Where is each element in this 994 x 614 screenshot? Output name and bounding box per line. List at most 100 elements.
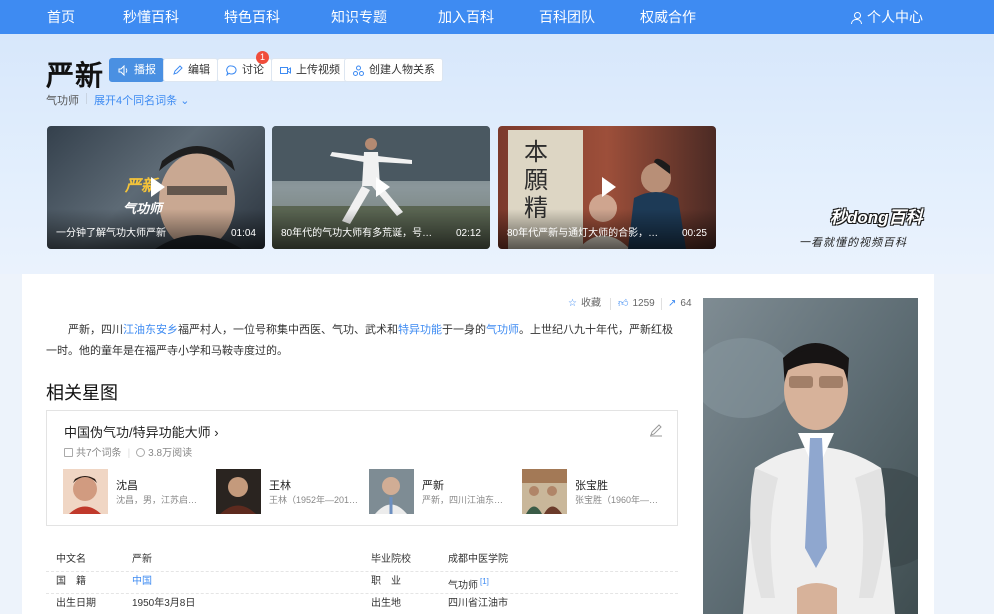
- summary-text: 福严村人，一位号称集中西医、气功、武术和: [178, 324, 398, 336]
- miaodong-slogan: 一看就懂的视频百科: [799, 237, 907, 249]
- user-center-label: 个人中心: [867, 9, 923, 25]
- user-icon: [851, 12, 862, 24]
- video-camera-icon: [280, 65, 291, 76]
- nav-join[interactable]: 加入百科: [438, 0, 494, 34]
- info-value: 气功师 [1]: [448, 571, 489, 593]
- create-relation-button[interactable]: 创建人物关系: [344, 58, 443, 82]
- discuss-label: 讨论: [242, 64, 264, 76]
- comment-icon: [226, 65, 237, 77]
- link-jiangyou[interactable]: 江油: [123, 324, 145, 336]
- video-title: 一分钟了解气功大师严新: [56, 228, 166, 239]
- person-card[interactable]: 王林 王林（1952年—2017年）……: [216, 469, 362, 515]
- video-title: 80年代严新与通灯大师的合影，当……: [507, 228, 667, 239]
- expand-label: 展开4个同名词条: [94, 95, 178, 107]
- link-special-ability[interactable]: 特异功能: [398, 324, 442, 336]
- starmap-reads: 3.8万阅读: [148, 448, 193, 459]
- starmap-heading: 相关星图: [46, 383, 118, 403]
- pencil-icon: [172, 65, 183, 76]
- read-aloud-button[interactable]: 播报: [109, 58, 164, 82]
- person-card[interactable]: 沈昌 沈昌，男，江苏启东人……: [63, 469, 209, 515]
- info-label: 国 籍: [56, 576, 86, 587]
- person-card[interactable]: 张宝胜 张宝胜（1960年—）……: [522, 469, 668, 515]
- svg-text:願: 願: [524, 166, 548, 194]
- starmap-title: 中国伪气功/特异功能大师: [64, 425, 211, 440]
- nav-featured[interactable]: 特色百科: [224, 0, 280, 34]
- video-duration: 00:25: [681, 228, 707, 239]
- person-desc: 王林（1952年—2017年）……: [269, 495, 359, 505]
- share-button[interactable]: ↗ 64: [668, 297, 692, 311]
- person-desc: 沈昌，男，江苏启东人……: [116, 495, 206, 505]
- expand-same-name-link[interactable]: 展开4个同名词条 ⌄: [94, 92, 189, 108]
- info-value-link[interactable]: 中国: [132, 571, 152, 593]
- pencil-icon[interactable]: [649, 423, 663, 437]
- nav-team[interactable]: 百科团队: [539, 0, 595, 34]
- miaodong-logo: 秒dong百科: [830, 208, 923, 227]
- info-label: 毕业院校: [371, 554, 411, 565]
- video-card[interactable]: 严新 气功师 一分钟了解气功大师严新 01:04: [47, 126, 265, 249]
- info-value: 成都中医学院: [448, 554, 508, 565]
- discuss-count-badge: 1: [256, 51, 269, 64]
- avatar: [63, 469, 108, 514]
- person-card[interactable]: 严新 严新，四川江油东安乡……: [369, 469, 515, 515]
- share-icon: ↗: [668, 298, 677, 309]
- play-icon: [145, 175, 169, 199]
- edit-label: 编辑: [188, 64, 210, 76]
- entry-summary: 严新，四川江油东安乡福严村人，一位号称集中西医、气功、武术和特异功能于一身的气功…: [46, 320, 678, 362]
- document-icon: [64, 448, 73, 457]
- edit-button[interactable]: 编辑: [163, 58, 218, 82]
- chevron-right-icon: ›: [214, 425, 219, 440]
- thumbs-up-icon: 👍︎: [618, 298, 629, 309]
- upload-video-button[interactable]: 上传视频: [271, 58, 348, 82]
- play-icon: [596, 175, 620, 199]
- video-duration: 01:04: [230, 228, 256, 239]
- nav-cooperation[interactable]: 权威合作: [640, 0, 696, 34]
- starmap-count: 共7个词条: [76, 448, 122, 459]
- person-desc: 严新，四川江油东安乡……: [422, 495, 512, 505]
- top-nav: 首页 秒懂百科 特色百科 知识专题 加入百科 百科团队 权威合作 个人中心: [0, 0, 994, 34]
- portrait-image[interactable]: [703, 298, 918, 614]
- subtitle-divider: [86, 93, 87, 104]
- link-qigong-master[interactable]: 气功师: [486, 324, 519, 336]
- page-title: 严新: [46, 59, 105, 92]
- favorite-button[interactable]: ☆ 收藏: [568, 297, 601, 311]
- video-card[interactable]: 80年代的气功大师有多荒诞，号称…… 02:12: [272, 126, 490, 249]
- favorite-label: 收藏: [580, 298, 601, 309]
- starmap-meta: 共7个词条 | 3.8万阅读: [64, 444, 192, 459]
- upload-video-label: 上传视频: [296, 64, 340, 76]
- link-dongan[interactable]: 东安乡: [145, 324, 178, 336]
- info-label: 出生日期: [56, 598, 96, 609]
- share-count: 64: [680, 298, 692, 309]
- star-icon: ☆: [568, 298, 577, 309]
- nav-miaodong[interactable]: 秒懂百科: [123, 0, 179, 34]
- person-name: 王林: [269, 480, 291, 492]
- eye-icon: [136, 448, 146, 457]
- info-value: 严新: [132, 554, 152, 565]
- info-label: 中文名: [56, 554, 86, 565]
- starmap-card: 中国伪气功/特异功能大师 › 共7个词条 | 3.8万阅读 沈昌 沈昌，男，江苏启东…: [46, 410, 678, 526]
- play-icon: [370, 175, 394, 199]
- user-center-link[interactable]: 个人中心: [851, 0, 923, 34]
- info-label: 职 业: [371, 576, 401, 587]
- speaker-icon: [118, 64, 129, 77]
- summary-text: 于一身的: [442, 324, 486, 336]
- create-relation-label: 创建人物关系: [369, 64, 435, 76]
- avatar: [369, 469, 414, 514]
- info-value: 四川省江油市: [448, 598, 508, 609]
- nav-home[interactable]: 首页: [47, 0, 75, 34]
- info-value: 1950年3月8日: [132, 598, 196, 609]
- avatar: [522, 469, 567, 514]
- starmap-title-link[interactable]: 中国伪气功/特异功能大师 ›: [64, 422, 219, 441]
- person-desc: 张宝胜（1960年—）……: [575, 495, 665, 505]
- read-aloud-label: 播报: [134, 64, 156, 76]
- video-card[interactable]: 本 願 精 80年代严新与通灯大师的合影，当…… 00:25: [498, 126, 716, 249]
- like-button[interactable]: 👍︎ 1259: [618, 297, 655, 311]
- like-count: 1259: [632, 298, 655, 309]
- portrait-photo: [703, 298, 918, 614]
- info-value-text: 气功师: [448, 580, 478, 592]
- entry-subtitle: 气功师: [46, 95, 79, 107]
- citation-ref[interactable]: [1]: [480, 577, 489, 586]
- person-name: 张宝胜: [575, 480, 608, 492]
- info-label: 出生地: [371, 598, 401, 609]
- nav-topics[interactable]: 知识专题: [331, 0, 387, 34]
- discuss-button[interactable]: 讨论 1: [217, 51, 272, 82]
